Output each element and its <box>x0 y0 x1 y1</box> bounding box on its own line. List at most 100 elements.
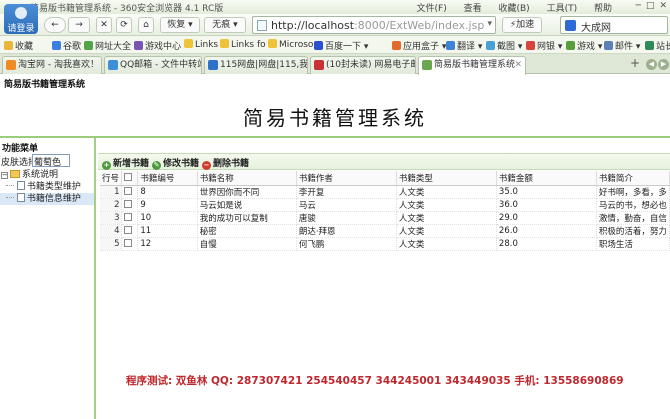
ebank-button[interactable]: 网银 ▾ <box>526 39 562 52</box>
new-tab-button[interactable]: + <box>628 57 642 72</box>
col-book-id[interactable]: 书籍编号 <box>137 171 198 186</box>
tab-book-system[interactable]: 简易版书籍管理系统 ✕ <box>418 56 526 75</box>
tab-scroll-left-icon[interactable]: ◀ <box>646 59 657 70</box>
back-button[interactable]: ← <box>44 17 66 33</box>
fav-games[interactable]: 游戏中心 <box>134 39 181 52</box>
games-button[interactable]: 游戏 ▾ <box>566 39 602 52</box>
url-path: :8000/ExtWeb/index.jsp <box>354 19 485 32</box>
screenshot-button[interactable]: 截图 ▾ <box>486 39 522 52</box>
address-bar[interactable]: http://localhost:8000/ExtWeb/index.jsp ▾ <box>252 16 496 34</box>
close-tab-icon[interactable]: ✕ <box>514 57 522 73</box>
translate-button[interactable]: 翻译 ▾ <box>446 39 482 52</box>
home-button[interactable]: ⌂ <box>138 17 154 33</box>
cell-book-name: 我的成功可以复制 <box>197 211 297 225</box>
tab-115[interactable]: 115网盘|网盘|115,我的... <box>204 56 308 74</box>
stop-icon: ✕ <box>100 20 108 30</box>
row-select[interactable] <box>121 185 139 199</box>
tree-connector <box>6 197 14 198</box>
table-row[interactable]: 5 12 自慢 何飞鹏 人文类 28.0 职场生活 <box>100 237 670 251</box>
row-select[interactable] <box>121 211 139 225</box>
col-book-desc[interactable]: 书籍简介 <box>596 171 670 186</box>
tab-scroll-right-icon[interactable]: ▶ <box>658 59 669 70</box>
tree-root[interactable]: − 系统说明 <box>0 169 94 181</box>
menu-help[interactable]: 帮助 <box>594 4 612 14</box>
file-icon <box>16 181 25 190</box>
edit-book-button[interactable]: ✎ 修改书籍 <box>152 156 199 170</box>
collapse-icon[interactable]: − <box>1 172 8 179</box>
page-title: 简易书籍管理系统 <box>243 106 427 130</box>
table-row[interactable]: 2 9 马云如是说 马云 人文类 36.0 马云的书，想必也 <box>100 198 670 212</box>
search-engine-icon[interactable] <box>565 20 576 31</box>
row-select[interactable] <box>121 237 139 251</box>
sidebar-header: 功能菜单 <box>2 144 39 154</box>
tree-item-book-type[interactable]: 书籍类型维护 <box>0 181 94 193</box>
row-select[interactable] <box>121 224 139 238</box>
private-mode-button[interactable]: 无痕 ▾ <box>204 17 246 33</box>
tab-taobao[interactable]: 淘宝网 - 淘我喜欢！ <box>2 56 102 74</box>
tab-bar: 淘宝网 - 淘我喜欢！ QQ邮箱 - 文件中转站 115网盘|网盘|115,我的… <box>0 54 670 75</box>
webmaster-button[interactable]: 站长 <box>645 39 670 52</box>
add-book-button[interactable]: + 新增书籍 <box>102 156 149 170</box>
folder-icon <box>220 39 229 48</box>
favorites-menu[interactable]: 收藏 <box>4 39 33 52</box>
login-avatar[interactable]: 请登录 <box>4 4 38 34</box>
fav-links[interactable]: Links <box>184 39 218 50</box>
forward-button[interactable]: → <box>68 17 90 33</box>
speedup-label: 加速 <box>516 20 535 30</box>
row-checkbox[interactable] <box>124 199 133 208</box>
address-url[interactable]: http://localhost:8000/ExtWeb/index.jsp <box>271 19 484 32</box>
menu-bar: 文件(F) 查看 收藏(B) 工具(T) 帮助 <box>403 1 612 14</box>
menu-view[interactable]: 查看 <box>464 4 482 14</box>
menu-tools[interactable]: 工具(T) <box>547 4 578 14</box>
fav-microsoft[interactable]: Microso <box>268 39 313 50</box>
table-row[interactable]: 4 11 秘密 朗达·拜恩 人文类 26.0 积极的活着，努力 <box>100 224 670 238</box>
close-window-icon[interactable]: ✕ <box>659 1 667 11</box>
tab-163mail[interactable]: (10封未读) 网易电子邮... <box>310 56 416 74</box>
tab-qqmail[interactable]: QQ邮箱 - 文件中转站 <box>104 56 202 74</box>
search-engine-label: 大成网 <box>581 23 611 34</box>
fav-hao123[interactable]: 网址大全 <box>84 39 131 52</box>
fav-google[interactable]: 谷歌 <box>52 39 81 52</box>
col-select-all[interactable] <box>121 171 139 186</box>
refresh-button[interactable]: ⟳ <box>116 17 132 33</box>
restore-button[interactable]: 恢复 ▾ <box>160 17 200 33</box>
col-book-author[interactable]: 书籍作者 <box>296 171 397 186</box>
search-box[interactable]: 大成网 <box>560 16 668 34</box>
row-checkbox[interactable] <box>124 212 133 221</box>
app-box-button[interactable]: 应用盒子 ▾ <box>392 39 446 52</box>
maximize-icon[interactable]: □ <box>646 1 655 11</box>
col-book-price[interactable]: 书籍金额 <box>496 171 597 186</box>
fav-baidu[interactable]: 百度一下 ▾ <box>314 39 368 52</box>
col-book-type[interactable]: 书籍类型 <box>396 171 497 186</box>
select-all-checkbox[interactable] <box>124 172 133 181</box>
row-checkbox[interactable] <box>124 225 133 234</box>
cell-book-author: 马云 <box>296 198 397 212</box>
row-select[interactable] <box>121 198 139 212</box>
cell-book-desc: 激情，勤奋，自信 <box>596 211 670 225</box>
tree-item-book-info[interactable]: 书籍信息维护 <box>0 193 94 205</box>
taobao-icon <box>6 60 16 70</box>
delete-book-button[interactable]: − 删除书籍 <box>202 156 249 170</box>
cell-book-author: 李开复 <box>296 185 397 199</box>
sidebar: 功能菜单 皮肤选择 葡萄色 − 系统说明 书籍类型维护 书籍信息维护 <box>0 138 96 419</box>
table-row[interactable]: 3 10 我的成功可以复制 唐骏 人文类 29.0 激情，勤奋，自信 <box>100 211 670 225</box>
mail-button[interactable]: 邮件 ▾ <box>604 39 640 52</box>
folder-icon <box>184 39 193 48</box>
minimize-icon[interactable]: ─ <box>636 1 641 11</box>
bank-icon <box>526 41 535 50</box>
row-checkbox[interactable] <box>124 186 133 195</box>
stop-button[interactable]: ✕ <box>96 17 112 33</box>
skin-select[interactable]: 葡萄色 <box>32 154 70 168</box>
url-host: http://localhost <box>271 19 355 32</box>
row-checkbox[interactable] <box>124 238 133 247</box>
col-book-name[interactable]: 书籍名称 <box>197 171 297 186</box>
row-number: 3 <box>100 211 123 225</box>
menu-file[interactable]: 文件(F) <box>417 4 447 14</box>
cell-book-name: 自慢 <box>197 237 297 251</box>
table-row[interactable]: 1 8 世界因你而不同 李开复 人文类 35.0 好书啊，多看，多 <box>100 185 670 199</box>
fav-links-fo[interactable]: Links fo <box>220 39 266 50</box>
app-box-icon <box>392 41 401 50</box>
menu-favorites[interactable]: 收藏(B) <box>499 4 530 14</box>
speedup-button[interactable]: ⚡加速 <box>502 17 542 33</box>
address-dropdown-icon[interactable]: ▾ <box>487 19 492 29</box>
